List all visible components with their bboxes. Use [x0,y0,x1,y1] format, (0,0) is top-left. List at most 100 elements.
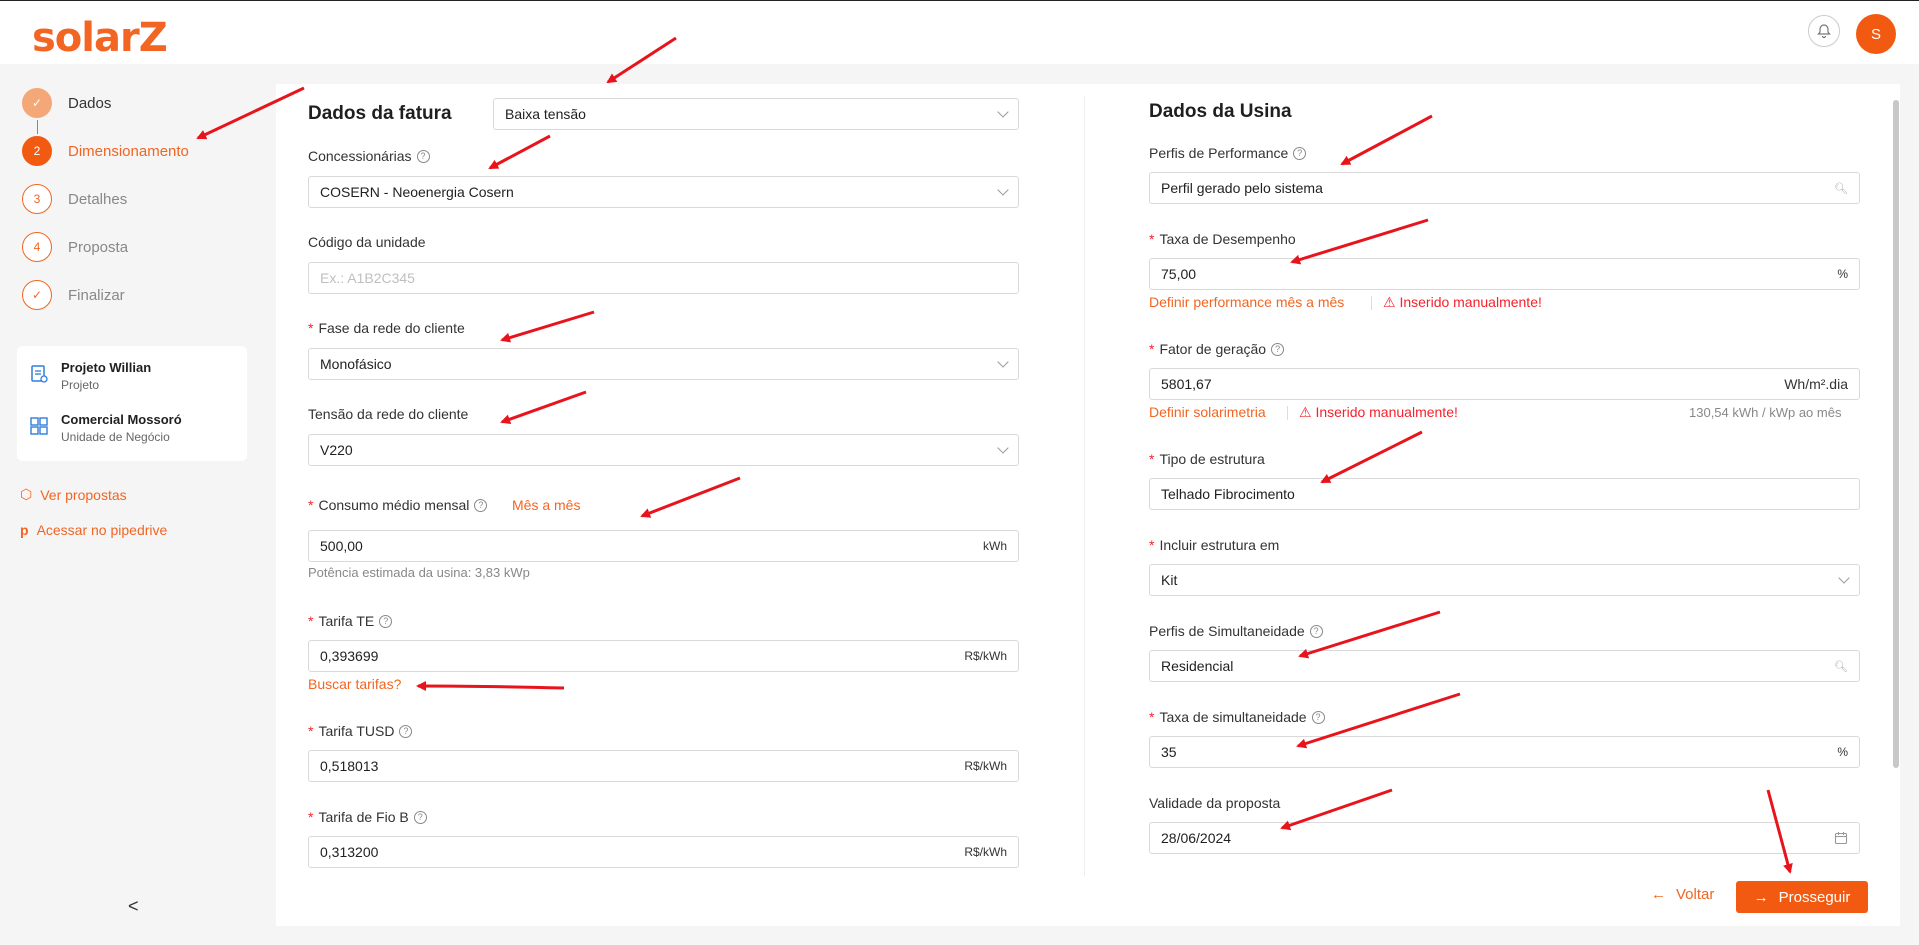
fase-label: * Fase da rede do cliente [308,320,465,336]
label-text: Consumo médio mensal [318,497,470,513]
concessionarias-label: Concessionárias? [308,148,430,164]
label-text: Validade da proposta [1149,795,1281,811]
search-icon: 🔍︎ [1834,182,1848,195]
label-text: Concessionárias [308,148,412,164]
fator-geracao-label: * Fator de geração? [1149,341,1285,357]
business-unit-type: Unidade de Negócio [61,430,170,444]
inserido-warning: ⚠︎ Inserido manualmente! [1383,294,1542,311]
dados-fatura-title: Dados da fatura [308,103,452,124]
label-text: Taxa de simultaneidade [1159,709,1307,725]
step-dados[interactable]: ✓ Dados [22,88,282,118]
help-icon[interactable]: ? [1293,146,1307,160]
te-input[interactable]: 0,393699 R$/kWh [308,640,1019,672]
fiob-input[interactable]: 0,313200 R$/kWh [308,836,1019,868]
taxa-desempenho-input[interactable]: 75,00 % [1149,258,1860,290]
step-dimensionamento[interactable]: 2 Dimensionamento [22,136,282,166]
fator-geracao-input[interactable]: 5801,67 Wh/m².dia [1149,368,1860,400]
definir-performance-link[interactable]: Definir performance mês a mês [1149,294,1344,310]
definir-solarimetria-link[interactable]: Definir solarimetria [1149,404,1266,420]
taxa-simultaneidade-input[interactable]: 35 % [1149,736,1860,768]
prosseguir-button[interactable]: → Prosseguir [1736,881,1868,913]
project-card: Projeto Willian Projeto Comercial Mossor… [17,346,247,461]
te-label: * Tarifa TE? [308,613,393,629]
dados-usina-title: Dados da Usina [1149,101,1292,122]
label-text: Incluir estrutura em [1159,537,1280,553]
bell-icon[interactable] [1808,15,1840,47]
help-icon[interactable]: ? [413,810,427,824]
project-type: Projeto [61,378,100,392]
step-proposta[interactable]: 4 Proposta [22,232,282,262]
help-icon[interactable]: ? [399,724,413,738]
step-label: Dados [68,94,112,112]
warning-icon: ⚠︎ [1383,294,1396,310]
step-label: Dimensionamento [68,142,189,160]
help-icon[interactable]: ? [416,149,430,163]
project-row[interactable]: Projeto Willian Projeto [29,360,151,392]
label-text: Fase da rede do cliente [318,320,465,336]
business-unit-name: Comercial Mossoró [61,412,182,427]
concessionarias-select[interactable]: COSERN - Neoenergia Cosern [308,176,1019,208]
consumo-input[interactable]: 500,00 kWh [308,530,1019,562]
input-unit: kWh [983,539,1007,553]
pipedrive-icon: p [20,522,29,538]
select-value: Residencial [1161,658,1234,674]
input-value: 35 [1161,744,1177,760]
input-unit: R$/kWh [964,649,1007,663]
help-icon[interactable]: ? [1309,624,1323,638]
fiob-label: * Tarifa de Fio B? [308,809,427,825]
mes-a-mes-link[interactable]: Mês a mês [512,497,580,513]
select-value: Monofásico [320,356,392,372]
chevron-down-icon [1838,572,1850,584]
help-icon[interactable]: ? [474,498,488,512]
input-value: 75,00 [1161,266,1197,282]
document-icon [31,365,48,383]
input-unit: R$/kWh [964,845,1007,859]
codigo-label: Código da unidade [308,234,426,250]
separator [1287,406,1288,420]
arrow-right-icon: → [1753,888,1769,906]
box-icon: ⬡ [20,486,33,502]
buscar-tarifas-link[interactable]: Buscar tarifas? [308,676,401,692]
input-value: 500,00 [320,538,363,554]
step-label: Detalhes [68,190,128,208]
chevron-down-icon [997,106,1009,118]
voltar-button[interactable]: ← Voltar [1651,886,1714,903]
fase-select[interactable]: Monofásico [308,348,1019,380]
input-unit: % [1837,745,1848,759]
select-value: V220 [320,442,353,458]
perfis-performance-select[interactable]: Perfil gerado pelo sistema 🔍︎ [1149,172,1860,204]
step-detalhes[interactable]: 3 Detalhes [22,184,282,214]
check-icon: ✓ [22,88,52,118]
top-bar: solarZ S [0,0,1919,64]
label-text: Fator de geração [1159,341,1267,357]
incluir-estrutura-select[interactable]: Kit [1149,564,1860,596]
codigo-input[interactable]: Ex.: A1B2C345 [308,262,1019,294]
ver-propostas-link[interactable]: ⬡ Ver propostas [20,486,127,503]
tipo-estrutura-label: * Tipo de estrutura [1149,451,1265,467]
pipedrive-link[interactable]: p Acessar no pipedrive [20,522,167,538]
business-unit-row[interactable]: Comercial Mossoró Unidade de Negócio [29,412,182,444]
help-icon[interactable]: ? [1271,342,1285,356]
incluir-estrutura-label: * Incluir estrutura em [1149,537,1280,553]
scrollbar[interactable] [1893,100,1899,768]
button-label: Voltar [1676,886,1715,903]
step-finalizar[interactable]: ✓ Finalizar [22,280,282,310]
solarz-logo[interactable]: solarZ [32,15,168,61]
perfis-simultaneidade-select[interactable]: Residencial 🔍︎ [1149,650,1860,682]
tensao-rede-select[interactable]: V220 [308,434,1019,466]
input-placeholder: Ex.: A1B2C345 [320,270,415,286]
step-label: Proposta [68,238,129,256]
tusd-input[interactable]: 0,518013 R$/kWh [308,750,1019,782]
tensao-rede-label: Tensão da rede do cliente [308,406,468,422]
avatar[interactable]: S [1856,14,1896,54]
inserido-warning: ⚠︎ Inserido manualmente! [1299,404,1458,421]
help-icon[interactable]: ? [1311,710,1325,724]
validade-date-input[interactable]: 28/06/2024 [1149,822,1860,854]
help-icon[interactable]: ? [379,614,393,628]
tipo-estrutura-input[interactable]: Telhado Fibrocimento [1149,478,1860,510]
collapse-sidebar-icon[interactable]: < [128,896,139,917]
potencia-hint: Potência estimada da usina: 3,83 kWp [308,565,530,580]
calendar-icon [1834,832,1848,845]
tensao-select[interactable]: Baixa tensão [493,98,1019,130]
search-icon: 🔍︎ [1834,660,1848,673]
